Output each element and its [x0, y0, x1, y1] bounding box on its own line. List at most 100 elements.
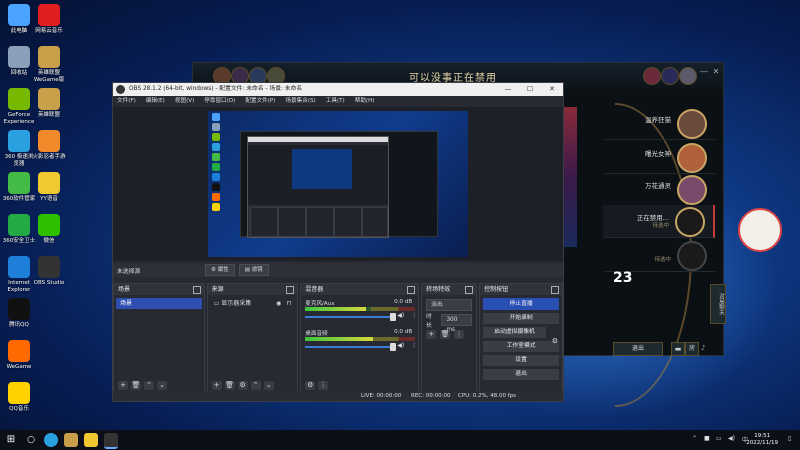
eye-icon[interactable]: ◉ [276, 298, 281, 309]
scene-item[interactable]: 场景 [116, 298, 202, 309]
duration-label: 时长 [426, 313, 432, 329]
add-icon[interactable]: + [426, 330, 437, 339]
mic-icon[interactable]: ♪ [701, 344, 705, 352]
trash-icon[interactable]: 🗑 [440, 330, 451, 339]
browser-icon[interactable] [44, 433, 58, 447]
start-button-icon[interactable]: ⊞ [4, 433, 18, 447]
chevron-up-icon[interactable]: ⌃ [250, 380, 261, 390]
player-slot[interactable]: 温养狂猫 [605, 107, 715, 140]
start-recording-button[interactable]: 开始录制 [483, 313, 559, 324]
source-item[interactable]: ▭ 显示器采集 ◉ ⊓ [210, 298, 296, 309]
popout-icon[interactable] [407, 286, 416, 294]
player-slot[interactable]: 曙光女神 [605, 141, 715, 174]
desktop-icon[interactable]: 360 极速浏览器 [2, 130, 36, 167]
rec-status: REC: 00:00:00 [411, 393, 451, 399]
volume-icon[interactable]: ◀) [728, 435, 735, 442]
menu-view[interactable]: 视图(V) [175, 96, 194, 107]
room-button[interactable]: 房 [685, 342, 699, 356]
desktop-icon[interactable]: 网易云音乐 [32, 4, 66, 35]
player-slot[interactable]: 待选中 [605, 239, 715, 272]
tray-chevron-icon[interactable]: ⌃ [692, 435, 697, 442]
gear-icon[interactable]: ⚙ [552, 337, 558, 345]
volume-slider[interactable] [305, 343, 397, 351]
volume-slider[interactable] [305, 313, 397, 321]
clock[interactable]: 19:51 2022/11/19 [746, 433, 778, 447]
minimize-icon[interactable]: — [699, 67, 709, 77]
obs-taskbar-icon[interactable] [104, 433, 118, 449]
desktop-icon[interactable]: 腾讯QQ [2, 298, 36, 329]
desktop-icon[interactable]: OBS Studio [32, 256, 66, 287]
popout-icon[interactable] [192, 286, 201, 294]
speaker-icon[interactable]: ◀) [397, 342, 404, 349]
menu-tools[interactable]: 工具(T) [326, 96, 345, 107]
settings-button[interactable]: 设置 [483, 355, 559, 366]
close-icon[interactable]: ✕ [541, 83, 563, 96]
desktop-icon[interactable]: 此电脑 [2, 4, 36, 35]
add-icon[interactable]: + [118, 380, 128, 390]
obs-window[interactable]: OBS 28.1.2 (64-bit, windows) - 配置文件: 未命名… [112, 82, 564, 402]
desktop-icon[interactable]: 英雄联盟 [32, 88, 66, 119]
tray-app-icon[interactable]: ■ [704, 435, 710, 442]
exit-button[interactable]: 退出 [483, 369, 559, 380]
chat-side-tab[interactable]: 对局聊天 [710, 284, 726, 324]
menu-file[interactable]: 文件(F) [117, 96, 136, 107]
more-icon[interactable]: ⋮ [318, 380, 329, 390]
gear-icon[interactable]: ⚙ [237, 380, 248, 390]
desktop-icon-label: YY语音 [40, 196, 58, 202]
chevron-down-icon[interactable]: ⌄ [263, 380, 274, 390]
desktop-icon[interactable]: 回收站 [2, 46, 36, 77]
close-icon[interactable]: ✕ [711, 67, 721, 77]
menu-scene-collection[interactable]: 场景集合(S) [285, 96, 315, 107]
network-icon[interactable]: ▭ [716, 435, 722, 442]
stop-streaming-button[interactable]: 停止直播 [483, 298, 559, 310]
add-icon[interactable]: + [211, 380, 222, 390]
studio-mode-button[interactable]: 工作室模式 [483, 341, 559, 352]
mixer-channel-mic: 麦克风/Aux 0.0 dB ◀) ⋮ [305, 299, 418, 321]
desktop-icon[interactable]: YY语音 [32, 172, 66, 203]
desktop-icon[interactable]: 微信 [32, 214, 66, 245]
menu-edit[interactable]: 编辑(E) [146, 96, 165, 107]
minimize-icon[interactable]: — [497, 83, 519, 96]
app-icon [38, 130, 60, 152]
duration-input[interactable]: 300 ms [441, 313, 473, 333]
desktop-icon[interactable]: 英雄联盟 WeGame版 [32, 46, 66, 83]
menu-profile[interactable]: 配置文件(P) [245, 96, 275, 107]
desktop-icon[interactable]: WeGame [2, 340, 36, 371]
popout-icon[interactable] [550, 286, 559, 294]
desktop-icon[interactable]: Internet Explorer [2, 256, 36, 293]
search-icon[interactable]: ○ [24, 433, 38, 447]
gear-icon[interactable]: ⚙ [305, 380, 316, 390]
maximize-icon[interactable]: ☐ [519, 83, 541, 96]
chevron-down-icon[interactable]: ⌄ [157, 380, 167, 390]
lol-icon[interactable] [64, 433, 78, 447]
more-icon[interactable]: ⋮ [454, 330, 465, 339]
obs-logo-icon [116, 85, 125, 94]
desktop-icon[interactable]: 360软件管家 [2, 172, 36, 203]
popout-icon[interactable] [286, 286, 295, 294]
menu-docks[interactable]: 停靠窗口(D) [204, 96, 235, 107]
chevron-up-icon[interactable]: ⌃ [144, 380, 154, 390]
start-virtual-camera-button[interactable]: 启动虚拟摄像机 [483, 327, 546, 338]
player-slot-active[interactable]: 正在禁用... 待选中 [603, 205, 715, 238]
yy-icon[interactable] [84, 433, 98, 447]
properties-button[interactable]: ⚙ 属性 [205, 264, 235, 276]
exit-queue-button[interactable]: 退出 [613, 342, 663, 356]
chat-icon[interactable]: ▬ [671, 342, 685, 356]
more-icon[interactable]: ⋮ [411, 312, 417, 319]
trash-icon[interactable]: 🗑 [131, 380, 141, 390]
notification-icon[interactable]: ▯ [788, 435, 791, 442]
lock-icon[interactable]: ⊓ [287, 298, 292, 309]
desktop-icon[interactable]: QQ音乐 [2, 382, 36, 413]
popout-icon[interactable] [465, 286, 474, 294]
speaker-icon[interactable]: ◀) [397, 312, 404, 319]
transition-select[interactable]: 淡出 [426, 298, 473, 311]
filters-button[interactable]: ▤ 滤镜 [238, 264, 269, 276]
preview-canvas[interactable] [113, 107, 563, 261]
desktop-icon[interactable]: 火影忍者手游 [32, 130, 66, 161]
desktop-icon[interactable]: 360安全卫士 [2, 214, 36, 245]
menu-help[interactable]: 帮助(H) [355, 96, 375, 107]
more-icon[interactable]: ⋮ [411, 342, 417, 349]
player-slot[interactable]: 万花通灵 [605, 173, 715, 206]
trash-icon[interactable]: 🗑 [224, 380, 235, 390]
desktop-icon[interactable]: GeForce Experience [2, 88, 36, 125]
